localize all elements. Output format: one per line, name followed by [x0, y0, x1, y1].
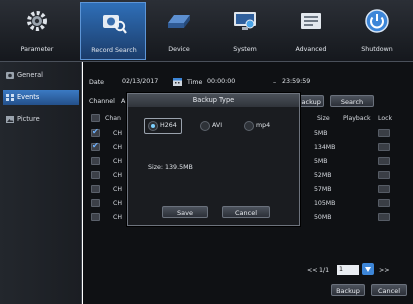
- nav-tab-label: Shutdown: [361, 46, 393, 53]
- row-size: 52MB: [314, 172, 332, 179]
- hard-disk-icon: [168, 15, 190, 28]
- row-channel: CH: [113, 130, 122, 137]
- dialog-save-button[interactable]: Save: [162, 206, 208, 218]
- lock-toggle[interactable]: [378, 129, 390, 137]
- row-checkbox[interactable]: [91, 213, 100, 221]
- lock-toggle[interactable]: [378, 213, 390, 221]
- channel-selector[interactable]: A: [121, 98, 125, 105]
- dialog-title: Backup Type: [128, 94, 299, 107]
- radio-mp4[interactable]: [244, 121, 254, 131]
- advanced-icon: [301, 13, 321, 29]
- time-from-field[interactable]: 00:00:00: [207, 77, 235, 87]
- dvr-record-search-screen: Parameter Record Search Device System Ad…: [0, 0, 413, 304]
- channel-label: Channel: [89, 98, 115, 105]
- go-icon[interactable]: [362, 263, 374, 275]
- column-header-size: Size: [317, 115, 330, 122]
- row-size: 50MB: [314, 214, 332, 221]
- option-label-avi: AVI: [212, 122, 223, 129]
- camera-search-icon: [103, 15, 127, 34]
- sidebar-item-label: Picture: [17, 115, 40, 123]
- row-checkbox[interactable]: [91, 171, 100, 179]
- dialog-cancel-button[interactable]: Cancel: [222, 206, 270, 218]
- row-channel: CH: [113, 144, 122, 151]
- row-checkbox[interactable]: [91, 199, 100, 207]
- time-separator: –: [273, 79, 277, 86]
- nav-tab-device[interactable]: Device: [146, 2, 212, 60]
- sidebar-item-general[interactable]: General: [3, 68, 79, 83]
- row-channel: CH: [113, 172, 122, 179]
- backup-type-dialog: Backup Type H264 AVI mp4 Size: 139.5MB S…: [127, 93, 300, 226]
- calendar-icon[interactable]: [173, 77, 182, 86]
- search-button[interactable]: Search: [330, 95, 374, 107]
- sidebar-item-label: General: [17, 71, 43, 79]
- sidebar-item-picture[interactable]: Picture: [3, 112, 79, 127]
- nav-tab-system[interactable]: System: [212, 2, 278, 60]
- sidebar-item-label: Events: [17, 93, 40, 101]
- row-size: 105MB: [314, 200, 336, 207]
- row-channel: CH: [113, 158, 122, 165]
- row-checkbox[interactable]: [91, 141, 100, 151]
- date-field[interactable]: 02/13/2017: [122, 77, 158, 87]
- backup-button[interactable]: Backup: [331, 284, 365, 296]
- picture-icon: [6, 116, 14, 123]
- column-header-playback: Playback: [343, 115, 371, 122]
- lock-toggle[interactable]: [378, 157, 390, 165]
- top-navigation-bar: Parameter Record Search Device System Ad…: [0, 0, 413, 62]
- row-size: 57MB: [314, 186, 332, 193]
- lock-toggle[interactable]: [378, 185, 390, 193]
- row-channel: CH: [113, 200, 122, 207]
- record-icon: [6, 72, 14, 79]
- option-label-h264: H264: [160, 122, 177, 129]
- nav-tab-label: Device: [168, 46, 190, 53]
- sidebar: General Events Picture: [0, 62, 82, 304]
- column-header-channel: Chan: [105, 115, 121, 122]
- row-checkbox[interactable]: [91, 157, 100, 165]
- events-icon: [6, 94, 14, 101]
- lock-toggle[interactable]: [378, 199, 390, 207]
- nav-tab-parameter[interactable]: Parameter: [4, 2, 70, 60]
- nav-tab-shutdown[interactable]: Shutdown: [344, 2, 410, 60]
- nav-tab-label: Parameter: [20, 46, 54, 53]
- sidebar-item-events[interactable]: Events: [3, 90, 79, 105]
- radio-avi[interactable]: [200, 121, 210, 131]
- row-size: 5MB: [314, 158, 328, 165]
- option-label-mp4: mp4: [256, 122, 271, 129]
- lock-toggle[interactable]: [378, 143, 390, 151]
- nav-tab-label: Record Search: [91, 47, 137, 54]
- nav-tab-label: System: [233, 46, 257, 53]
- row-size: 5MB: [314, 130, 328, 137]
- row-checkbox[interactable]: [91, 127, 100, 137]
- power-icon: [365, 9, 389, 33]
- date-label: Date: [89, 79, 105, 86]
- nav-tab-label: Advanced: [295, 46, 327, 53]
- row-channel: CH: [113, 214, 122, 221]
- row-channel: CH: [113, 186, 122, 193]
- nav-tab-record-search[interactable]: Record Search: [80, 2, 146, 60]
- nav-tab-advanced[interactable]: Advanced: [278, 2, 344, 60]
- cancel-button[interactable]: Cancel: [371, 284, 407, 296]
- gear-icon: [27, 11, 47, 31]
- monitor-icon: [234, 12, 256, 30]
- row-checkbox[interactable]: [91, 185, 100, 193]
- row-size: 134MB: [314, 144, 336, 151]
- pager-page-input[interactable]: 1: [337, 265, 359, 275]
- time-label: Time: [187, 79, 203, 86]
- backup-size-text: Size: 139.5MB: [148, 164, 193, 171]
- lock-toggle[interactable]: [378, 171, 390, 179]
- time-to-field[interactable]: 23:59:59: [282, 77, 310, 87]
- pager-prev-button[interactable]: <<: [307, 267, 318, 274]
- pager-next-button[interactable]: >>: [379, 267, 390, 274]
- select-all-checkbox[interactable]: [91, 114, 100, 122]
- radio-h264[interactable]: [148, 121, 158, 131]
- column-header-lock: Lock: [378, 115, 393, 122]
- pager-page-indicator: 1/1: [319, 267, 330, 274]
